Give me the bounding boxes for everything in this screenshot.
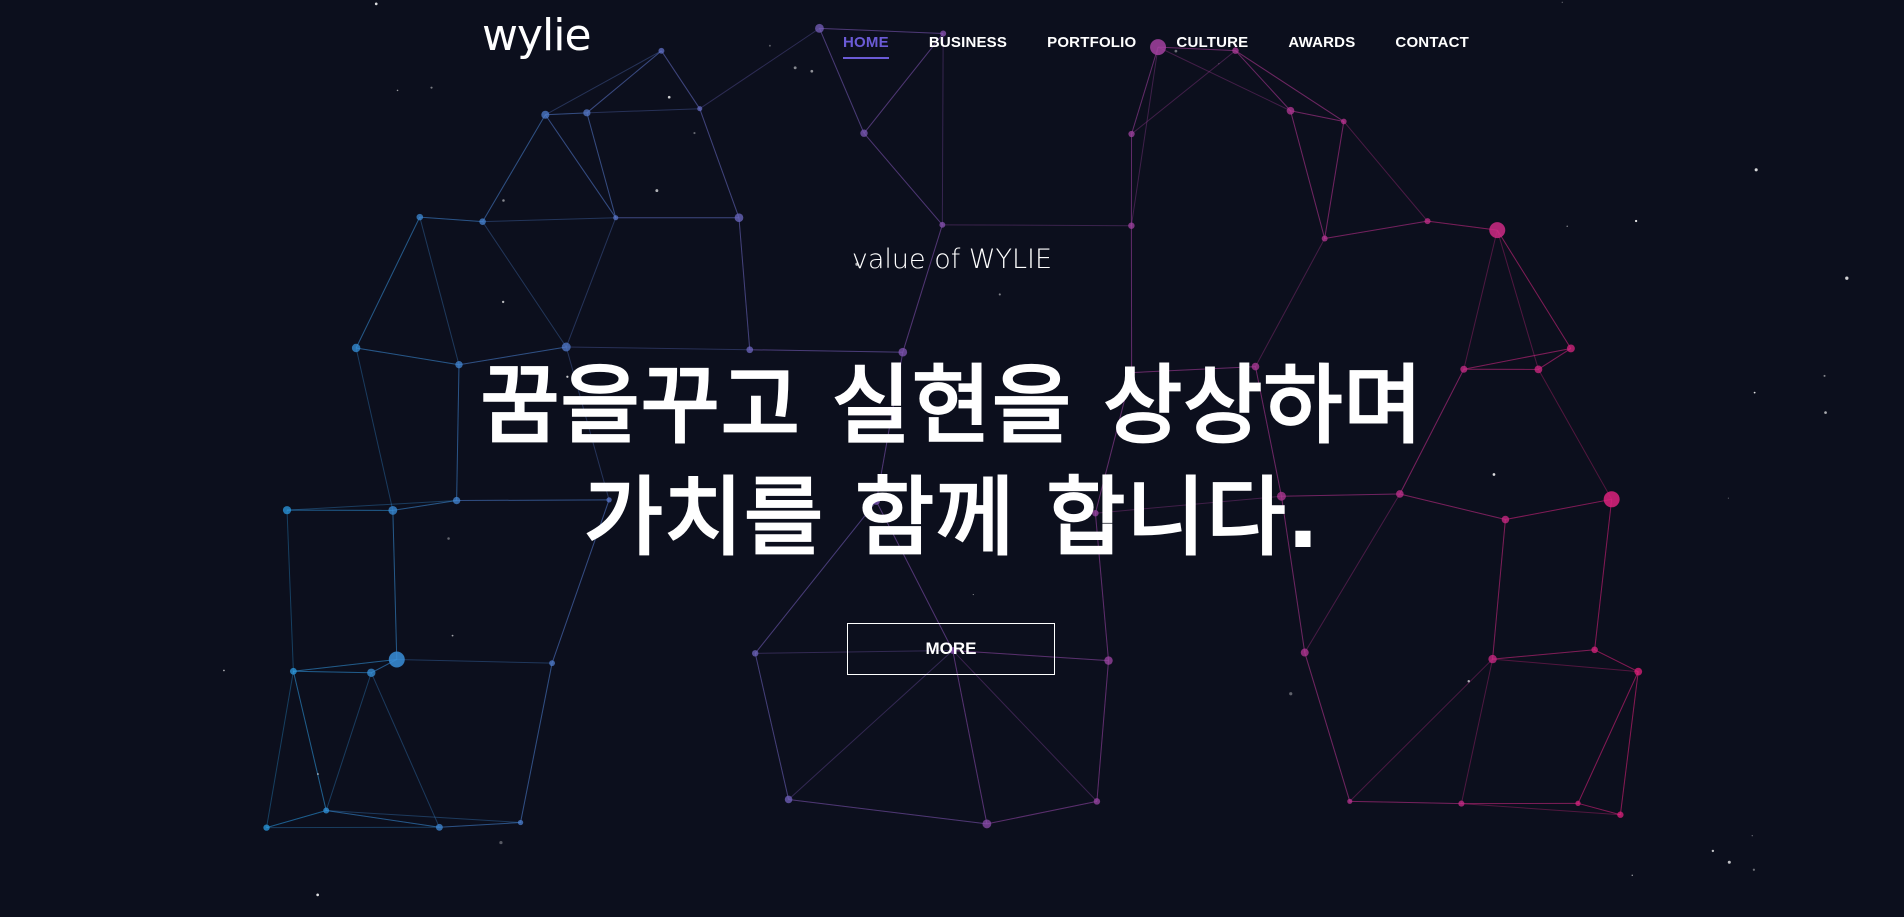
headline-line-2: 가치를 함께 합니다. (583, 468, 1321, 568)
more-button[interactable]: MORE (847, 623, 1055, 675)
hero-section: value of WYLIE 꿈을꾸고 실현을 상상하며 가치를 함께 합니다.… (0, 0, 1904, 917)
hero-headline: 꿈을꾸고 실현을 상상하며 가치를 함께 합니다. (0, 350, 1904, 574)
headline-line-1: 꿈을꾸고 실현을 상상하며 (480, 356, 1424, 456)
hero-subtitle: value of WYLIE (851, 244, 1053, 275)
